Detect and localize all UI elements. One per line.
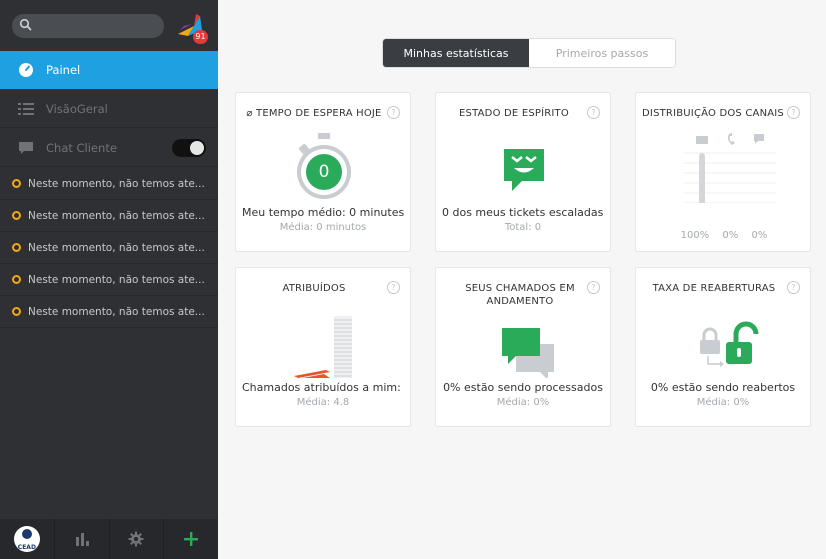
sidebar-bottom-bar: CEAD bbox=[0, 519, 218, 559]
search-input[interactable] bbox=[36, 17, 156, 35]
notification-badge: 91 bbox=[193, 30, 208, 44]
reports-button[interactable] bbox=[55, 519, 110, 559]
card-main-text: Meu tempo médio: 0 minutes bbox=[242, 206, 404, 219]
chat-icon bbox=[754, 134, 764, 144]
gear-icon bbox=[128, 531, 144, 547]
chat-list-item[interactable]: Neste momento, não temos ate... bbox=[0, 232, 218, 264]
chat-list-item-text: Neste momento, não temos ate... bbox=[28, 209, 205, 222]
card-atribuidos: ATRIBUÍDOS ? Chamados atribuídos a mim: … bbox=[235, 267, 411, 427]
settings-button[interactable] bbox=[110, 519, 165, 559]
stopwatch-icon bbox=[297, 133, 351, 199]
chat-list-item-text: Neste momento, não temos ate... bbox=[28, 241, 205, 254]
chat-list-item-text: Neste momento, não temos ate... bbox=[28, 177, 205, 190]
card-main-text: 0% estão sendo reabertos bbox=[650, 381, 796, 394]
unlock-icon bbox=[700, 321, 759, 367]
card-chamados-andamento: SEUS CHAMADOS EM ANDAMENTO ? 0% estão se… bbox=[435, 267, 611, 427]
card-taxa-reaberturas: TAXA DE REABERTURAS ? 0% estão sendo rea… bbox=[635, 267, 811, 427]
channel-percentages: 100% 0% 0% bbox=[636, 230, 812, 241]
search-box[interactable] bbox=[12, 14, 164, 38]
nav-chat-cliente[interactable]: Chat Cliente bbox=[0, 129, 218, 167]
status-dot-icon bbox=[12, 179, 21, 188]
nav-visao-geral-label: VisãoGeral bbox=[46, 101, 108, 116]
conversation-icon bbox=[502, 328, 554, 378]
status-dot-icon bbox=[12, 275, 21, 284]
card-sub-text: Média: 4.8 bbox=[296, 397, 350, 408]
list-icon bbox=[18, 102, 34, 115]
email-bar bbox=[699, 153, 705, 203]
email-icon bbox=[696, 136, 708, 144]
happy-face-chat-icon bbox=[504, 149, 544, 191]
avatar: CEAD bbox=[13, 526, 40, 552]
nav-visao-geral[interactable]: VisãoGeral bbox=[0, 90, 218, 128]
bar-chart-icon bbox=[75, 533, 89, 546]
add-button[interactable] bbox=[164, 519, 218, 559]
main-panel: Minhas estatísticas Primeiros passos ⌀ T… bbox=[218, 0, 826, 559]
tab-primeiros-passos[interactable]: Primeiros passos bbox=[529, 39, 675, 67]
card-tempo-espera: ⌀ TEMPO DE ESPERA HOJE ? 0 Meu tempo méd… bbox=[235, 92, 411, 252]
status-dot-icon bbox=[12, 243, 21, 252]
card-main-text: 0% estão sendo processados bbox=[443, 381, 603, 394]
status-dot-icon bbox=[12, 307, 21, 316]
card-sub-text: Média: 0 minutos bbox=[279, 222, 367, 233]
chat-list-item[interactable]: Neste momento, não temos ate... bbox=[0, 296, 218, 328]
stats-tabs: Minhas estatísticas Primeiros passos bbox=[382, 38, 676, 68]
chat-availability-toggle[interactable] bbox=[172, 139, 206, 157]
nav-painel[interactable]: Painel bbox=[0, 51, 218, 89]
tab-minhas-estatisticas[interactable]: Minhas estatísticas bbox=[383, 39, 529, 67]
sidebar: 91 Painel VisãoGeral Chat Cliente Neste … bbox=[0, 0, 218, 559]
chat-list-item[interactable]: Neste momento, não temos ate... bbox=[0, 168, 218, 200]
chat-list-item-text: Neste momento, não temos ate... bbox=[28, 273, 205, 286]
toggle-knob bbox=[190, 141, 204, 155]
card-sub-text: Média: 0% bbox=[696, 397, 750, 408]
search-icon bbox=[19, 18, 32, 31]
card-sub-text: Total: 0 bbox=[504, 222, 542, 233]
avatar-head-icon bbox=[21, 529, 32, 539]
card-main-text: Chamados atribuídos a mim: 0 ... bbox=[242, 381, 404, 394]
nav-painel-label: Painel bbox=[46, 63, 81, 77]
chat-list-item-text: Neste momento, não temos ate... bbox=[28, 305, 205, 318]
timer-value: 0 bbox=[318, 162, 330, 182]
chat-list-item[interactable]: Neste momento, não temos ate... bbox=[0, 200, 218, 232]
status-dot-icon bbox=[12, 211, 21, 220]
channel-distribution-graph bbox=[684, 133, 776, 203]
chat-bubble-icon bbox=[19, 141, 33, 154]
phone-icon bbox=[728, 133, 735, 145]
card-distribuicao-canais: DISTRIBUIÇÃO DOS CANAIS ? 100% 0% 0% bbox=[635, 92, 811, 252]
card-estado-espirito: ESTADO DE ESPÍRITO ? 0 dos meus tickets … bbox=[435, 92, 611, 252]
ticket-stack-icon bbox=[294, 316, 352, 378]
channel-phone-value: 0% bbox=[722, 230, 739, 241]
chat-list-item[interactable]: Neste momento, não temos ate... bbox=[0, 264, 218, 296]
channel-chat-value: 0% bbox=[751, 230, 768, 241]
profile-button[interactable]: CEAD bbox=[0, 519, 55, 559]
nav-chat-cliente-label: Chat Cliente bbox=[46, 140, 117, 155]
channel-email-value: 100% bbox=[680, 230, 710, 241]
card-main-text: 0 dos meus tickets escaladas. bbox=[442, 206, 604, 219]
avatar-text: CEAD bbox=[17, 544, 36, 551]
plus-icon bbox=[184, 532, 199, 546]
card-sub-text: Média: 0% bbox=[496, 397, 550, 408]
dashboard-gauge-icon bbox=[19, 63, 33, 77]
